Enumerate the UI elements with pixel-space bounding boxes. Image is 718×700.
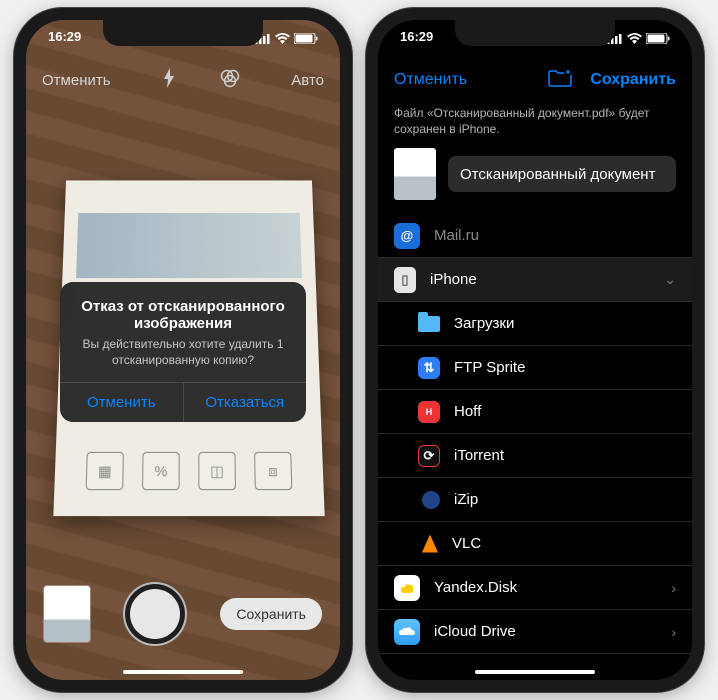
folder-downloads[interactable]: Загрузки	[378, 302, 692, 346]
flash-icon[interactable]	[162, 68, 176, 93]
folder-ftp-sprite[interactable]: ⇅ FTP Sprite	[378, 346, 692, 390]
filter-icon[interactable]	[220, 68, 240, 93]
scanner-screen: 16:29 ▦ % ◫ ⧈	[26, 20, 340, 680]
paper-icon-3: ◫	[198, 452, 236, 490]
folder-label: VLC	[452, 535, 676, 552]
icloud-icon	[394, 619, 420, 645]
paper-icon-4: ⧈	[254, 452, 292, 490]
location-label: iCloud Drive	[434, 623, 657, 640]
files-navbar: Отменить Сохранить	[378, 58, 692, 102]
chevron-right-icon: ›	[671, 580, 676, 596]
ftp-icon: ⇅	[418, 357, 440, 379]
discard-alert: Отказ от отсканированного изображения Вы…	[60, 282, 306, 422]
chevron-right-icon: ›	[671, 624, 676, 640]
shutter-button[interactable]	[125, 584, 185, 644]
wifi-icon	[627, 32, 642, 47]
files-screen: 16:29 Отменить Сохранить Файл «Отсканиро…	[378, 20, 692, 680]
itorrent-icon: ⟳	[418, 445, 440, 467]
document-name-input[interactable]	[448, 156, 676, 192]
folder-label: FTP Sprite	[454, 359, 676, 376]
alert-cancel-button[interactable]: Отменить	[60, 383, 183, 422]
paper-icon-1: ▦	[86, 452, 124, 490]
battery-icon	[294, 32, 318, 47]
document-row	[394, 148, 676, 200]
izip-icon	[422, 491, 440, 509]
alert-discard-button[interactable]: Отказаться	[183, 383, 307, 422]
scanner-bottom-bar: Сохранить	[26, 568, 340, 660]
alert-title: Отказ от отсканированного изображения	[60, 282, 306, 336]
chevron-down-icon: ⌄	[664, 271, 676, 288]
yandex-disk-icon	[394, 575, 420, 601]
save-button[interactable]: Сохранить	[220, 598, 322, 630]
vlc-icon	[422, 535, 438, 553]
new-folder-icon[interactable]	[548, 69, 572, 92]
location-yandex-disk[interactable]: Yandex.Disk ›	[378, 566, 692, 610]
location-label: Mail.ru	[434, 227, 676, 244]
alert-buttons: Отменить Отказаться	[60, 382, 306, 422]
folder-izip[interactable]: iZip	[378, 478, 692, 522]
wifi-icon	[275, 32, 290, 47]
home-indicator[interactable]	[475, 670, 595, 674]
folder-label: Hoff	[454, 403, 676, 420]
auto-button[interactable]: Авто	[291, 72, 324, 89]
location-mailru[interactable]: @ Mail.ru	[378, 214, 692, 258]
status-right	[607, 29, 670, 49]
hoff-icon: H	[418, 401, 440, 423]
folder-icon	[418, 316, 440, 332]
folder-hoff[interactable]: H Hoff	[378, 390, 692, 434]
notch	[455, 20, 615, 46]
mailru-icon: @	[394, 223, 420, 249]
save-info-text: Файл «Отсканированный документ.pdf» буде…	[394, 106, 676, 137]
home-indicator[interactable]	[123, 670, 243, 674]
alert-message: Вы действительно хотите удалить 1 отскан…	[60, 336, 306, 382]
status-time: 16:29	[48, 29, 81, 49]
location-iphone[interactable]: ▯ iPhone ⌄	[378, 258, 692, 302]
status-time: 16:29	[400, 29, 433, 49]
notch	[103, 20, 263, 46]
cancel-button[interactable]: Отменить	[394, 71, 467, 89]
folder-itorrent[interactable]: ⟳ iTorrent	[378, 434, 692, 478]
folder-vlc[interactable]: VLC	[378, 522, 692, 566]
paper-icons-row: ▦ % ◫ ⧈	[54, 452, 323, 490]
paper-icon-2: %	[142, 452, 180, 490]
save-button[interactable]: Сохранить	[590, 71, 676, 89]
phone-left: 16:29 ▦ % ◫ ⧈	[14, 8, 352, 692]
phone-right: 16:29 Отменить Сохранить Файл «Отсканиро…	[366, 8, 704, 692]
location-label: iPhone	[430, 271, 650, 288]
document-thumbnail[interactable]	[394, 148, 436, 200]
location-label: Yandex.Disk	[434, 579, 657, 596]
locations-list: @ Mail.ru ▯ iPhone ⌄ Загрузки ⇅ FTP Spri…	[378, 214, 692, 680]
status-right	[255, 29, 318, 49]
folder-label: Загрузки	[454, 315, 676, 332]
scan-thumbnail[interactable]	[44, 586, 90, 642]
battery-icon	[646, 32, 670, 47]
location-icloud-drive[interactable]: iCloud Drive ›	[378, 610, 692, 654]
scanner-toolbar: Отменить Авто	[26, 58, 340, 102]
cancel-button[interactable]: Отменить	[42, 72, 111, 89]
folder-label: iTorrent	[454, 447, 676, 464]
folder-label: iZip	[454, 491, 676, 508]
iphone-icon: ▯	[394, 267, 416, 293]
